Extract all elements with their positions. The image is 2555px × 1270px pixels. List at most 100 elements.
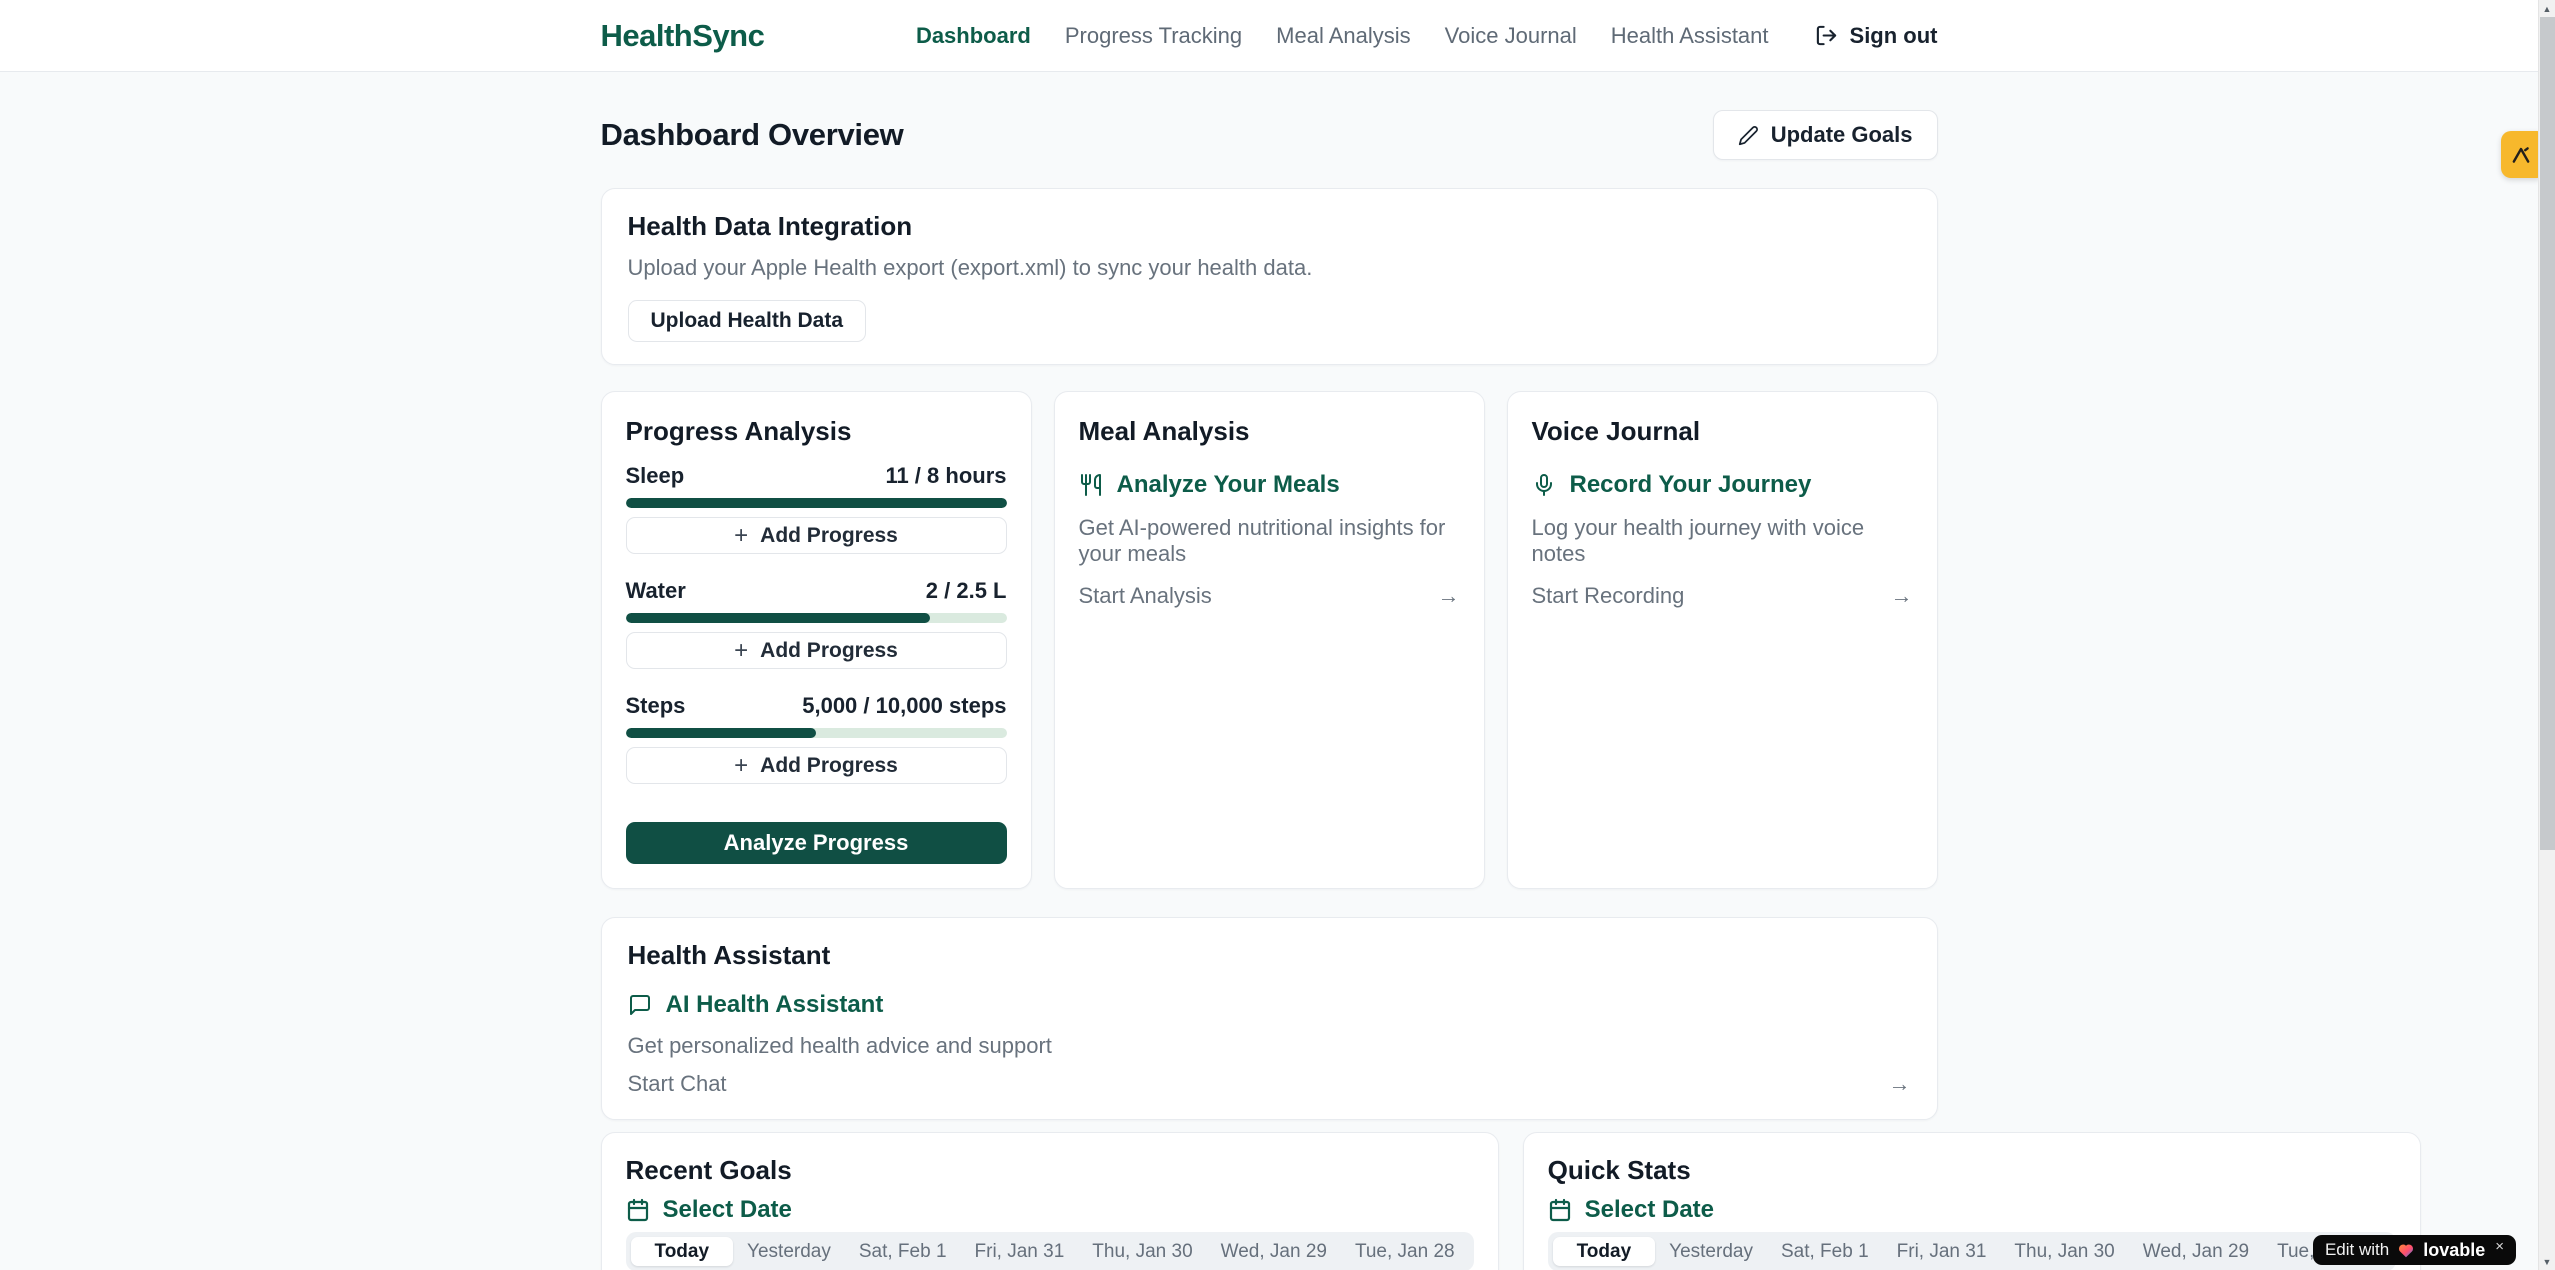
goals-select-date-label: Select Date — [663, 1196, 792, 1224]
add-progress-button-steps[interactable]: + Add Progress — [626, 747, 1007, 784]
metric-progress-bar — [626, 613, 1007, 623]
date-tab-yesterday[interactable]: Yesterday — [1655, 1237, 1767, 1266]
metric-value: 2 / 2.5 L — [926, 578, 1007, 604]
date-tab-fri-jan-31[interactable]: Fri, Jan 31 — [961, 1237, 1079, 1266]
plus-icon: + — [734, 524, 748, 548]
lovable-logo-icon — [2509, 143, 2533, 167]
goals-date-tabs: TodayYesterdaySat, Feb 1Fri, Jan 31Thu, … — [626, 1232, 1474, 1270]
quick-stats-card: Quick Stats Select Date TodayYesterdaySa… — [1523, 1132, 2421, 1270]
metric-value: 11 / 8 hours — [885, 463, 1006, 489]
badge-brand-label: lovable — [2423, 1240, 2485, 1261]
quick-stats-title: Quick Stats — [1548, 1155, 2396, 1186]
nav-item-voice-journal[interactable]: Voice Journal — [1445, 23, 1577, 49]
logout-icon — [1815, 24, 1838, 47]
vertical-scrollbar[interactable]: ▲ ▼ — [2538, 0, 2555, 1270]
integration-title: Health Data Integration — [628, 211, 1911, 242]
add-progress-button-sleep[interactable]: + Add Progress — [626, 517, 1007, 554]
nav-item-progress-tracking[interactable]: Progress Tracking — [1065, 23, 1242, 49]
record-your-journey-label: Record Your Journey — [1570, 471, 1812, 499]
nav-links: Dashboard Progress Tracking Meal Analysis V… — [916, 23, 1769, 49]
date-tab-sat-feb-1[interactable]: Sat, Feb 1 — [1767, 1237, 1883, 1266]
arrow-right-icon: → — [1438, 585, 1460, 607]
analyze-progress-button[interactable]: Analyze Progress — [626, 822, 1007, 864]
stats-select-date-button[interactable]: Select Date — [1548, 1196, 2396, 1224]
nav-item-health-assistant[interactable]: Health Assistant — [1611, 23, 1769, 49]
page-viewport: HealthSync Dashboard Progress Tracking Mea… — [0, 0, 2538, 1270]
voice-journal-title: Voice Journal — [1532, 416, 1913, 447]
pencil-icon — [1738, 125, 1759, 146]
update-goals-label: Update Goals — [1771, 122, 1913, 148]
plus-icon: + — [734, 639, 748, 663]
plus-icon: + — [734, 754, 748, 778]
analyze-your-meals-label: Analyze Your Meals — [1117, 471, 1340, 499]
microphone-icon — [1532, 473, 1556, 497]
ai-health-assistant-label: AI Health Assistant — [666, 991, 884, 1019]
meal-analysis-card: Meal Analysis Analyze Your Meals Get AI-… — [1054, 391, 1485, 889]
chat-bubble-icon — [628, 993, 652, 1017]
metric-progress-bar — [626, 728, 1007, 738]
date-tab-yesterday[interactable]: Yesterday — [733, 1237, 845, 1266]
start-chat-label: Start Chat — [628, 1071, 727, 1097]
voice-journal-card: Voice Journal Record Your Journey Log yo… — [1507, 391, 1938, 889]
arrow-right-icon: → — [1889, 1073, 1911, 1095]
progress-analysis-card: Progress Analysis Sleep 11 / 8 hours + Add … — [601, 391, 1032, 889]
recent-goals-title: Recent Goals — [626, 1155, 1474, 1186]
metric-progress-fill — [626, 498, 1007, 508]
scrollbar-thumb[interactable] — [2540, 17, 2555, 850]
goals-select-date-button[interactable]: Select Date — [626, 1196, 1474, 1224]
start-recording-action[interactable]: Start Recording → — [1532, 583, 1913, 609]
nav-item-dashboard[interactable]: Dashboard — [916, 23, 1031, 49]
record-your-journey-link[interactable]: Record Your Journey — [1532, 471, 1913, 499]
add-progress-button-water[interactable]: + Add Progress — [626, 632, 1007, 669]
date-tab-today[interactable]: Today — [631, 1237, 734, 1266]
meal-analysis-title: Meal Analysis — [1079, 416, 1460, 447]
analyze-your-meals-link[interactable]: Analyze Your Meals — [1079, 471, 1460, 499]
scrollbar-down-arrow-icon[interactable]: ▼ — [2539, 1253, 2555, 1270]
arrow-right-icon: → — [1891, 585, 1913, 607]
stats-select-date-label: Select Date — [1585, 1196, 1714, 1224]
voice-description: Log your health journey with voice notes — [1532, 515, 1913, 567]
metric-progress-fill — [626, 728, 817, 738]
badge-prefix-label: Edit with — [2325, 1240, 2389, 1260]
health-assistant-title: Health Assistant — [628, 940, 1911, 971]
metric-value: 5,000 / 10,000 steps — [802, 693, 1006, 719]
date-tab-thu-jan-30[interactable]: Thu, Jan 30 — [2000, 1237, 2128, 1266]
integration-description: Upload your Apple Health export (export.… — [628, 255, 1911, 281]
edit-with-lovable-badge[interactable]: Edit with lovable × — [2313, 1235, 2516, 1265]
date-tab-wed-jan-29[interactable]: Wed, Jan 29 — [2129, 1237, 2263, 1266]
metric-progress-bar — [626, 498, 1007, 508]
date-tab-sat-feb-1[interactable]: Sat, Feb 1 — [845, 1237, 961, 1266]
date-tab-today[interactable]: Today — [1553, 1237, 1656, 1266]
stats-date-tabs: TodayYesterdaySat, Feb 1Fri, Jan 31Thu, … — [1548, 1232, 2396, 1270]
metric-progress-fill — [626, 613, 931, 623]
lovable-floating-button[interactable] — [2501, 131, 2541, 178]
date-tab-thu-jan-30[interactable]: Thu, Jan 30 — [1078, 1237, 1206, 1266]
page-title: Dashboard Overview — [601, 117, 904, 153]
start-chat-action[interactable]: Start Chat → — [628, 1071, 1911, 1097]
ai-health-assistant-link[interactable]: AI Health Assistant — [628, 991, 1911, 1019]
start-analysis-action[interactable]: Start Analysis → — [1079, 583, 1460, 609]
start-analysis-label: Start Analysis — [1079, 583, 1212, 609]
progress-analysis-title: Progress Analysis — [626, 416, 1007, 447]
sign-out-button[interactable]: Sign out — [1815, 23, 1938, 49]
metric-sleep: Sleep 11 / 8 hours + Add Progress — [626, 463, 1007, 554]
metric-label: Sleep — [626, 463, 685, 489]
date-tab-tue-jan-28[interactable]: Tue, Jan 28 — [1341, 1237, 1469, 1266]
badge-close-icon[interactable]: × — [2495, 1238, 2504, 1255]
scrollbar-up-arrow-icon[interactable]: ▲ — [2539, 0, 2555, 17]
heart-icon — [2397, 1242, 2415, 1258]
date-tab-wed-jan-29[interactable]: Wed, Jan 29 — [1207, 1237, 1341, 1266]
date-tab-fri-jan-31[interactable]: Fri, Jan 31 — [1883, 1237, 2001, 1266]
add-progress-label: Add Progress — [760, 754, 898, 778]
assistant-description: Get personalized health advice and suppo… — [628, 1033, 1911, 1059]
top-navigation: HealthSync Dashboard Progress Tracking Mea… — [0, 0, 2538, 72]
recent-goals-card: Recent Goals Select Date TodayYesterdayS… — [601, 1132, 1499, 1270]
upload-health-data-button[interactable]: Upload Health Data — [628, 300, 867, 342]
health-assistant-card: Health Assistant AI Health Assistant Get… — [601, 917, 1938, 1120]
metric-label: Water — [626, 578, 686, 604]
update-goals-button[interactable]: Update Goals — [1713, 110, 1938, 160]
add-progress-label: Add Progress — [760, 524, 898, 548]
nav-item-meal-analysis[interactable]: Meal Analysis — [1276, 23, 1411, 49]
app-logo[interactable]: HealthSync — [601, 18, 765, 54]
add-progress-label: Add Progress — [760, 639, 898, 663]
